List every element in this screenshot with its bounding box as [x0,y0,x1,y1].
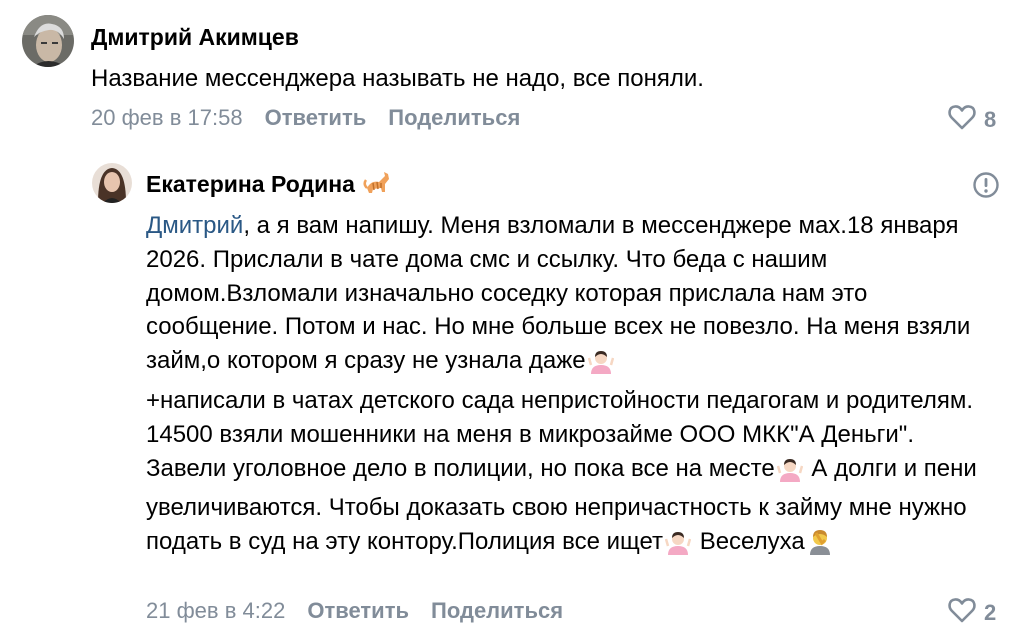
text-part: Веселуха [693,528,805,556]
shrug-woman-emoji [587,348,614,384]
report-icon[interactable] [972,171,1000,204]
comment-meta: 20 фев в 17:58 Ответить Поделиться [91,104,520,132]
heart-icon [948,104,976,136]
like-button[interactable]: 2 [948,597,996,629]
text-part: , а я вам напишу. Меня взломали в мессен… [146,212,971,375]
cat-emoji [363,170,391,202]
like-count: 8 [984,107,997,132]
heart-icon [948,597,976,629]
reply-button[interactable]: Ответить [307,598,409,623]
share-button[interactable]: Поделиться [431,598,563,623]
shrug-woman-emoji [664,529,692,565]
like-button[interactable]: 8 [948,104,996,136]
facepalm-emoji [807,527,833,565]
share-button[interactable]: Поделиться [388,105,520,130]
comment-text: Дмитрий, а я вам напишу. Меня взломали в… [146,209,996,565]
comment-date[interactable]: 21 фев в 4:22 [146,598,285,623]
avatar[interactable] [22,15,74,67]
mention-link[interactable]: Дмитрий [146,212,243,239]
comment-text: Название мессенджера называть не надо, в… [91,65,704,92]
avatar[interactable] [92,163,132,203]
like-count: 2 [984,600,997,625]
shrug-woman-emoji [776,456,803,492]
comment-meta: 21 фев в 4:22 Ответить Поделиться [146,597,563,625]
comment-date[interactable]: 20 фев в 17:58 [91,105,243,130]
comment-author[interactable]: Дмитрий Акимцев [91,23,299,51]
author-name[interactable]: Екатерина Родина [146,171,355,197]
comment-author[interactable]: Екатерина Родина [146,170,393,202]
reply-button[interactable]: Ответить [265,105,367,130]
